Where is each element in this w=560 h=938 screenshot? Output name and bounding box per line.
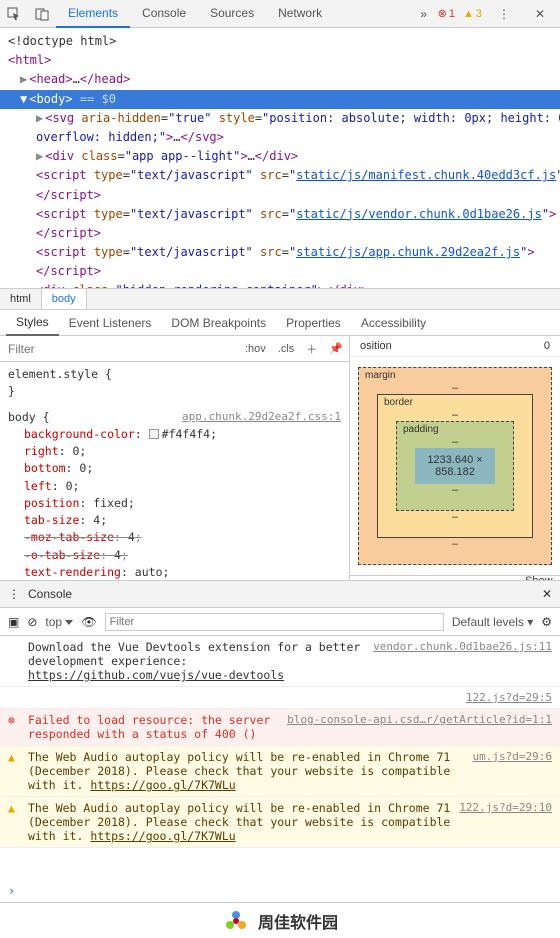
subtab-styles[interactable]: Styles — [6, 310, 59, 336]
dom-node[interactable]: ▶<head>…</head> — [0, 70, 560, 89]
dom-node[interactable]: <script type="text/javascript" src="stat… — [0, 243, 560, 281]
cls-toggle[interactable]: .cls — [272, 343, 301, 355]
console-messages[interactable]: Download the Vue Devtools extension for … — [0, 636, 560, 880]
console-drawer-icon[interactable]: ⋮ — [8, 587, 20, 601]
add-rule-icon[interactable]: ＋ — [300, 341, 323, 357]
tab-network[interactable]: Network — [266, 0, 334, 28]
box-model[interactable]: margin– border– padding– 1233.640 × 858.… — [350, 357, 560, 575]
tab-elements[interactable]: Elements — [56, 0, 130, 28]
logo-icon — [222, 907, 250, 935]
dom-node[interactable]: ▶<div class="app app--light">…</div> — [0, 147, 560, 166]
dom-node[interactable]: ▶<svg aria-hidden="true" style="position… — [0, 109, 560, 147]
breadcrumb[interactable]: htmlbody — [0, 288, 560, 310]
console-message[interactable]: ▲The Web Audio autoplay policy will be r… — [0, 797, 560, 848]
position-value: 0 — [544, 340, 550, 352]
dom-node[interactable]: <!doctype html> — [0, 32, 560, 51]
computed-pane: osition 0 margin– border– padding– 1233.6… — [350, 336, 560, 580]
more-tabs-icon[interactable]: » — [410, 0, 438, 28]
error-badge[interactable]: ⊗1 — [438, 7, 455, 20]
context-select[interactable]: top — [45, 615, 73, 629]
console-message[interactable]: ⊗Failed to load resource: the server res… — [0, 709, 560, 746]
console-filter-input[interactable] — [105, 613, 444, 631]
sidebar-tabs: StylesEvent ListenersDOM BreakpointsProp… — [0, 310, 560, 336]
subtab-properties[interactable]: Properties — [276, 311, 351, 335]
console-message[interactable]: 122.js?d=29:5 — [0, 687, 560, 709]
console-title: Console — [20, 587, 542, 601]
warning-badge[interactable]: ▲3 — [463, 8, 482, 20]
console-sidebar-icon[interactable]: ▣ — [8, 615, 19, 629]
styles-pane: :hov .cls ＋ 📌 element.style {}body {app.… — [0, 336, 350, 580]
kebab-icon[interactable]: ⋮ — [490, 0, 518, 28]
position-label: osition — [360, 340, 392, 352]
settings-icon[interactable]: ⚙ — [541, 615, 552, 629]
tab-sources[interactable]: Sources — [198, 0, 266, 28]
watermark: 周佳软件园 — [0, 902, 560, 938]
levels-select[interactable]: Default levels ▾ — [452, 615, 533, 629]
crumb-html[interactable]: html — [0, 289, 42, 309]
devtools-toolbar: ElementsConsoleSourcesNetwork » ⊗1 ▲3 ⋮ … — [0, 0, 560, 28]
tab-console[interactable]: Console — [130, 0, 198, 28]
dom-node[interactable]: <script type="text/javascript" src="stat… — [0, 205, 560, 243]
inspect-icon[interactable] — [0, 0, 28, 28]
style-rules[interactable]: element.style {}body {app.chunk.29d2ea2f… — [0, 362, 349, 580]
console-close-icon[interactable]: ✕ — [542, 587, 552, 601]
styles-filter-input[interactable] — [0, 338, 239, 360]
close-icon[interactable]: ✕ — [526, 0, 554, 28]
console-message[interactable]: ▲The Web Audio autoplay policy will be r… — [0, 746, 560, 797]
panel-tabs: ElementsConsoleSourcesNetwork — [56, 0, 410, 28]
dom-node[interactable]: ▼<body> == $0 — [0, 90, 560, 109]
watermark-text: 周佳软件园 — [258, 909, 338, 933]
pin-icon[interactable]: 📌 — [323, 342, 349, 355]
dom-node[interactable]: <html> — [0, 51, 560, 70]
crumb-body[interactable]: body — [42, 289, 87, 309]
eye-icon[interactable]: 👁 — [81, 615, 96, 629]
subtab-dom-breakpoints[interactable]: DOM Breakpoints — [161, 311, 276, 335]
console-message[interactable]: Download the Vue Devtools extension for … — [0, 636, 560, 687]
clear-console-icon[interactable]: ⊘ — [27, 615, 37, 629]
dom-tree[interactable]: <!doctype html><html>▶<head>…</head>▼<bo… — [0, 28, 560, 288]
dom-node[interactable]: <script type="text/javascript" src="stat… — [0, 166, 560, 204]
hov-toggle[interactable]: :hov — [239, 343, 272, 355]
subtab-event-listeners[interactable]: Event Listeners — [59, 311, 162, 335]
device-icon[interactable] — [28, 0, 56, 28]
subtab-accessibility[interactable]: Accessibility — [351, 311, 436, 335]
console-prompt[interactable]: › — [0, 880, 560, 902]
